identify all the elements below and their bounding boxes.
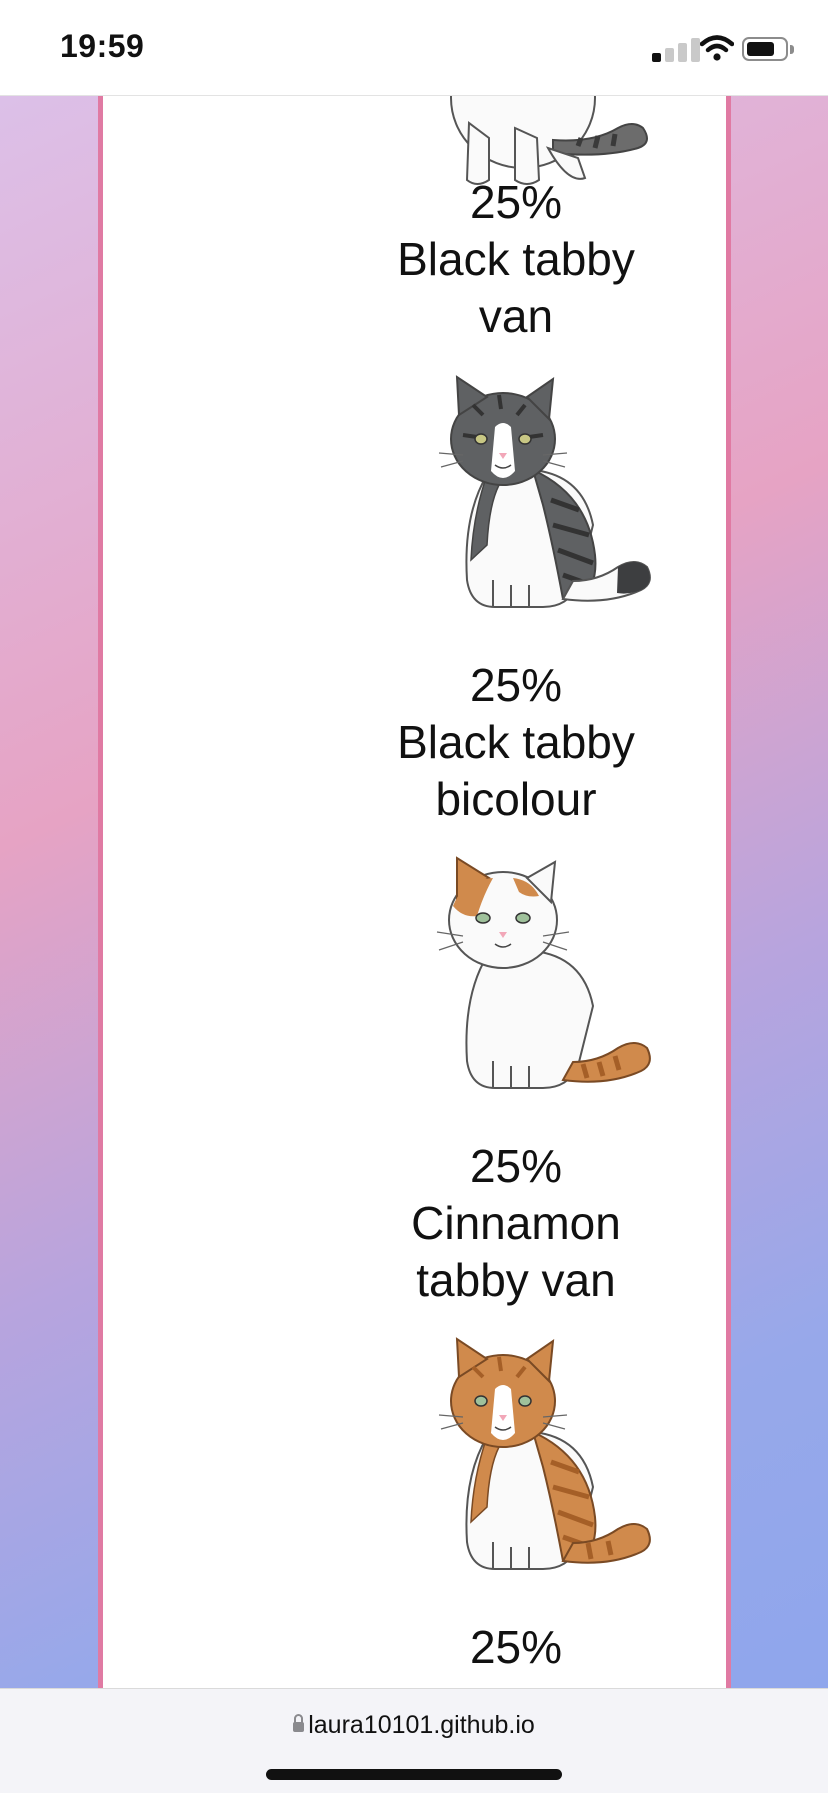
page-viewport[interactable]: 25% Black tabby van 25% Black tabby bico…	[0, 96, 828, 1688]
result-name-line: van	[478, 290, 554, 342]
result-percent: 25%	[469, 659, 563, 711]
status-bar: 19:59	[0, 0, 828, 96]
result-percent: 25%	[469, 176, 563, 228]
url-text: laura10101.github.io	[308, 1711, 535, 1739]
url-display[interactable]: laura10101.github.io	[0, 1711, 828, 1740]
result-block: 25% Black tabby van	[333, 174, 699, 345]
browser-url-bar[interactable]: laura10101.github.io	[0, 1688, 828, 1793]
battery-cap	[790, 45, 794, 54]
result-block: 25% Black tabby bicolour	[333, 657, 699, 828]
home-indicator[interactable]	[266, 1769, 562, 1780]
result-percent: 25%	[469, 1621, 563, 1673]
battery-level-fill	[747, 42, 774, 56]
wifi-icon	[700, 35, 734, 61]
black-tabby-bicolour-cat-icon	[438, 375, 651, 608]
battery-icon	[742, 37, 788, 61]
cinnamon-tabby-bicolour-cat-icon	[438, 1337, 651, 1570]
result-name-line: Black tabby	[397, 233, 635, 285]
cinnamon-tabby-van-cat-icon	[436, 856, 651, 1089]
result-name-line: tabby van	[416, 1254, 616, 1306]
cellular-signal-icon	[652, 36, 704, 62]
status-time: 19:59	[60, 28, 145, 64]
result-percent: 25%	[469, 1140, 563, 1192]
result-name-line: bicolour	[435, 773, 597, 825]
result-block: 25%	[333, 1619, 699, 1676]
result-block: 25% Cinnamon tabby van	[333, 1138, 699, 1309]
lock-icon	[293, 1714, 305, 1732]
result-name-line: Cinnamon	[411, 1197, 621, 1249]
results-card: 25% Black tabby van 25% Black tabby bico…	[98, 96, 731, 1688]
result-name-line: Black tabby	[397, 716, 635, 768]
